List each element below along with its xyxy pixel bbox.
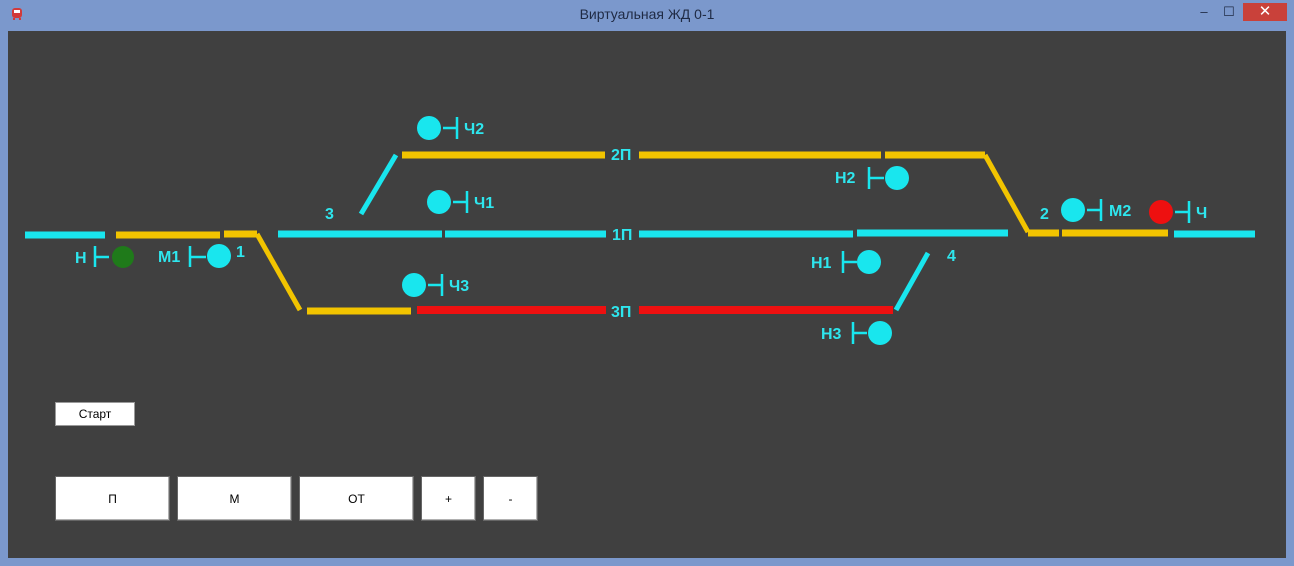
signal-ch2[interactable]: Ч2 (417, 116, 484, 140)
signal-lamp-n1[interactable] (857, 250, 881, 274)
signal-label-n3: Н3 (821, 326, 842, 343)
window-title: Виртуальная ЖД 0-1 (579, 6, 715, 22)
signal-n3[interactable]: Н3 (821, 321, 892, 345)
switch-label-1: 1 (236, 244, 245, 261)
close-button[interactable]: ✕ (1243, 3, 1287, 21)
p-button[interactable]: П (55, 476, 170, 521)
signal-ch1[interactable]: Ч1 (427, 190, 494, 214)
switch-label-4: 4 (947, 248, 956, 265)
switch-2-diverge[interactable] (982, 153, 1031, 234)
minimize-button[interactable]: – (1193, 3, 1215, 21)
signal-lamp-m2[interactable] (1061, 198, 1085, 222)
plus-button[interactable]: + (421, 476, 476, 521)
switch-3-diverge[interactable] (358, 153, 399, 216)
ot-button[interactable]: ОТ (299, 476, 414, 521)
switch-label-2: 2 (1040, 206, 1049, 223)
signal-n2[interactable]: Н2 (835, 166, 909, 190)
signal-m2[interactable]: М2 (1061, 198, 1131, 222)
switch-label-3: 3 (325, 206, 334, 223)
signal-label-ch: Ч (1196, 205, 1207, 222)
m-button[interactable]: М (177, 476, 292, 521)
signal-label-n1: Н1 (811, 255, 832, 272)
signal-n1[interactable]: Н1 (811, 250, 881, 274)
signal-lamp-ch1[interactable] (427, 190, 451, 214)
switch-4-diverge[interactable] (893, 251, 931, 312)
signal-ch[interactable]: Ч (1149, 200, 1207, 224)
signal-label-m1: М1 (158, 249, 180, 266)
maximize-button[interactable]: ☐ (1218, 3, 1240, 21)
signal-lamp-n[interactable] (112, 246, 134, 268)
signal-label-n: Н (75, 250, 87, 267)
signal-lamp-ch2[interactable] (417, 116, 441, 140)
signal-n[interactable]: Н (75, 246, 134, 268)
start-button[interactable]: Старт (55, 402, 135, 426)
title-bar: Виртуальная ЖД 0-1 – ☐ ✕ (0, 0, 1294, 30)
minus-button[interactable]: - (483, 476, 538, 521)
signal-label-n2: Н2 (835, 170, 856, 187)
switch-1-diverge[interactable] (254, 232, 303, 312)
track-label-3p: 3П (611, 304, 631, 321)
station-canvas: 2П 1П 3П 1 2 3 4 Н М1 Ч2 Ч1 Ч3 Н2 Н1 Н3 … (8, 31, 1286, 558)
signal-lamp-ch[interactable] (1149, 200, 1173, 224)
track-label-1p: 1П (612, 227, 632, 244)
signal-label-m2: М2 (1109, 203, 1131, 220)
signal-lamp-n3[interactable] (868, 321, 892, 345)
signal-ch3[interactable]: Ч3 (402, 273, 469, 297)
signal-label-ch2: Ч2 (464, 121, 484, 138)
signal-lamp-n2[interactable] (885, 166, 909, 190)
signal-m1[interactable]: М1 (158, 244, 231, 268)
signal-label-ch3: Ч3 (449, 278, 469, 295)
signal-lamp-ch3[interactable] (402, 273, 426, 297)
signal-lamp-m1[interactable] (207, 244, 231, 268)
signal-label-ch1: Ч1 (474, 195, 494, 212)
track-label-2p: 2П (611, 147, 631, 164)
